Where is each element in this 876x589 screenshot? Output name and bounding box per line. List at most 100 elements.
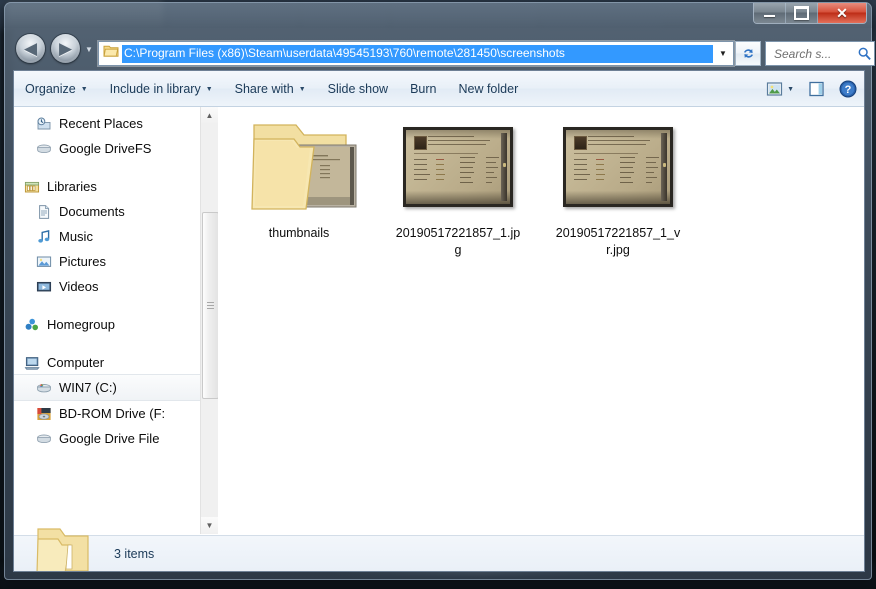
sidebar-item-label: BD-ROM Drive (F: [59,406,166,421]
sidebar-item-videos[interactable]: Videos [14,274,200,299]
file-name-label: thumbnails [268,226,330,240]
homegroup-icon [24,317,40,333]
item-count-label: 3 items [114,546,155,561]
search-icon [858,47,871,61]
scroll-down-button[interactable]: ▼ [201,517,218,534]
sidebar-item-label: Videos [59,279,99,294]
address-path-text[interactable]: C:\Program Files (x86)\Steam\userdata\49… [122,44,713,63]
file-item-image[interactable]: 20190517221857_1_vr.jpg [543,111,693,259]
back-arrow-icon: ◀ [23,39,38,58]
image-thumbnail [391,111,525,221]
slide-show-label: Slide show [327,81,389,96]
sidebar-item-homegroup[interactable]: Homegroup [14,312,200,337]
search-input[interactable] [772,45,857,62]
sidebar-item-label: Google DriveFS [59,141,152,156]
forward-button[interactable]: ▶ [51,34,80,63]
minimize-icon [764,15,775,17]
minimize-button[interactable] [754,3,786,23]
close-icon: ✕ [836,5,848,21]
include-in-library-label: Include in library [109,81,201,96]
folder-icon [250,119,358,219]
portrait-icon [414,136,427,150]
help-icon: ? [839,80,857,97]
close-button[interactable]: ✕ [818,3,866,23]
sidebar-item-label: Documents [59,204,125,219]
chevron-down-icon: ▼ [85,44,93,54]
triangle-down-icon: ▼ [205,521,214,530]
sidebar-item-google-drive-file[interactable]: Google Drive File [14,426,200,451]
pictures-icon [36,254,52,270]
refresh-icon [743,49,753,58]
change-view-icon [766,81,783,96]
file-list-pane[interactable]: thumbnails 20190517221857_1.jpg 20190517… [218,107,863,534]
file-name-label: 20190517221857_1_vr.jpg [555,226,681,257]
navigation-pane-scrollbar[interactable]: ▲ ▼ [200,107,219,534]
maximize-button[interactable] [786,3,818,23]
recent-pages-dropdown-button[interactable]: ▼ [84,44,94,54]
scroll-up-button[interactable]: ▲ [201,107,218,124]
window-controls: ✕ [753,3,867,24]
navigation-pane[interactable]: Recent Places Google DriveFS Libraries D… [14,107,200,534]
sidebar-item-label: WIN7 (C:) [59,380,117,395]
maximize-icon [794,6,809,20]
share-with-button[interactable]: Share with ▼ [225,75,316,102]
scrollbar-thumb[interactable] [202,212,219,399]
organize-button[interactable]: Organize ▼ [15,75,98,102]
chevron-down-icon: ▼ [80,86,88,93]
libraries-icon [24,179,40,195]
include-in-library-button[interactable]: Include in library ▼ [100,75,223,102]
sidebar-item-win7-c[interactable]: WIN7 (C:) [14,374,200,401]
photo-highlight [663,162,666,167]
drive-icon [36,431,52,447]
sidebar-item-bd-rom-drive[interactable]: BD-ROM Drive (F: [14,401,200,426]
burn-label: Burn [410,81,437,96]
explorer-client-area: Organize ▼ Include in library ▼ Share wi… [13,70,865,572]
change-view-button[interactable]: ▼ [761,75,799,103]
photo-edge [501,133,507,201]
folder-thumbnail [232,111,366,221]
refresh-button[interactable] [735,41,761,66]
navigation-tree: Recent Places Google DriveFS Libraries D… [14,107,200,451]
photo-content [566,130,670,204]
sidebar-item-recent-places[interactable]: Recent Places [14,111,200,136]
svg-text:?: ? [845,84,852,96]
sidebar-item-documents[interactable]: Documents [14,199,200,224]
triangle-up-icon: ▲ [205,111,214,120]
chevron-down-icon: ▼ [787,86,794,93]
sidebar-item-label: Pictures [59,254,106,269]
sidebar-item-label: Homegroup [47,317,115,332]
chevron-down-icon: ▼ [719,49,727,58]
organize-label: Organize [25,81,76,96]
command-toolbar: Organize ▼ Include in library ▼ Share wi… [14,71,864,107]
back-button[interactable]: ◀ [16,34,45,63]
address-bar[interactable]: C:\Program Files (x86)\Steam\userdata\49… [98,41,734,66]
sidebar-item-libraries[interactable]: Libraries [14,174,200,199]
preview-pane-button[interactable] [803,75,830,103]
photo-frame [403,127,513,207]
help-button[interactable]: ? [834,75,862,103]
sidebar-item-google-drivefs[interactable]: Google DriveFS [14,136,200,161]
title-bar[interactable]: ✕ [4,2,872,28]
address-dropdown-button[interactable]: ▼ [713,49,733,58]
photo-edge [661,133,667,201]
navigation-bar: ◀ ▶ ▼ C:\Program Files (x86)\Steam\userd… [4,28,875,70]
image-thumbnail [551,111,685,221]
new-folder-label: New folder [458,81,519,96]
search-box[interactable] [765,41,875,66]
burn-button[interactable]: Burn [400,75,446,102]
sidebar-item-pictures[interactable]: Pictures [14,249,200,274]
file-item-folder[interactable]: thumbnails [224,111,374,242]
sidebar-item-music[interactable]: Music [14,224,200,249]
new-folder-button[interactable]: New folder [448,75,528,102]
sidebar-item-label: Recent Places [59,116,143,131]
sidebar-item-computer[interactable]: Computer [14,350,200,375]
file-name-label: 20190517221857_1.jpg [395,226,521,257]
sidebar-item-label: Music [59,229,93,244]
preview-pane-icon [809,81,824,96]
photo-highlight [503,162,506,167]
file-item-image[interactable]: 20190517221857_1.jpg [383,111,533,259]
slide-show-button[interactable]: Slide show [318,75,398,102]
